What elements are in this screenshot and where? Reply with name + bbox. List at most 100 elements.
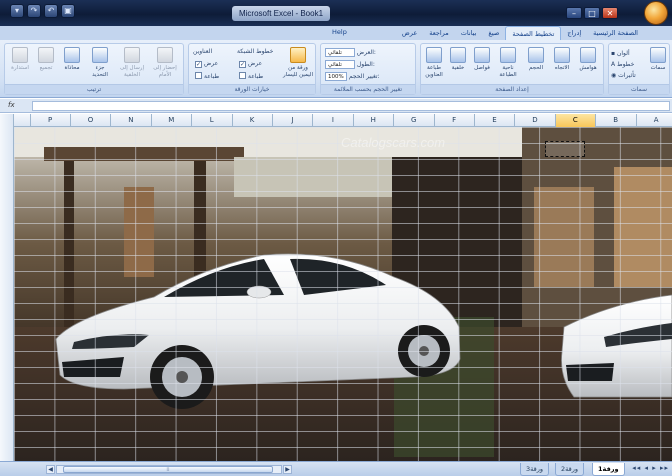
margins-button[interactable]: هوامش bbox=[577, 47, 599, 72]
effects-button[interactable]: ◉ تأثيرات bbox=[611, 72, 636, 79]
tab-insert[interactable]: إدراج bbox=[561, 26, 587, 40]
maximize-button[interactable]: □ bbox=[584, 7, 600, 19]
send-back-button[interactable]: إرسال إلى الخلفية bbox=[117, 47, 147, 79]
column-header-p[interactable]: P bbox=[29, 114, 70, 127]
window-title: Microsoft Excel - Book1 bbox=[232, 6, 330, 21]
sheet-tab-3[interactable]: ورقة3 bbox=[520, 463, 550, 476]
watermark-text: Catalogscars.com bbox=[341, 135, 446, 150]
column-header-d[interactable]: D bbox=[514, 114, 554, 127]
gridlines-view-row[interactable]: ✓ عرض bbox=[237, 60, 262, 68]
tab-view[interactable]: عرض bbox=[396, 26, 423, 40]
minimize-button[interactable]: – bbox=[566, 7, 582, 19]
column-header-f[interactable]: F bbox=[433, 114, 474, 127]
horizontal-scrollbar[interactable]: ⁞⁞ bbox=[56, 465, 282, 474]
column-header-l[interactable]: L bbox=[191, 114, 231, 127]
formula-bar: fx bbox=[0, 99, 672, 113]
size-button[interactable]: الحجم bbox=[525, 47, 547, 72]
sheet-nav-buttons[interactable]: ◂◂ ◂ ▸ ▸▸ bbox=[632, 464, 669, 472]
selected-cell[interactable] bbox=[545, 141, 585, 157]
tab-home[interactable]: الصفحة الرئيسية bbox=[587, 26, 644, 40]
tab-formulas[interactable]: صيغ bbox=[482, 26, 505, 40]
colors-button[interactable]: ▪ ألوان bbox=[611, 50, 630, 57]
sheet-tab-2[interactable]: ورقة2 bbox=[555, 463, 585, 476]
scale-group-label: تغيير الحجم بحسب الملائمة bbox=[321, 84, 415, 94]
height-combo[interactable]: تلقائي bbox=[325, 60, 355, 69]
column-header-n[interactable]: N bbox=[110, 114, 150, 127]
column-header-c[interactable]: C bbox=[554, 114, 595, 127]
scroll-thumb[interactable]: ⁞⁞ bbox=[63, 466, 273, 473]
page-setup-label: إعداد الصفحة bbox=[421, 84, 603, 94]
worksheet-grid[interactable]: Catalogscars.com bbox=[14, 127, 672, 461]
arrange-group: استدارة تجميع محاذاة جزء التحديد إرسال إ… bbox=[4, 43, 184, 95]
formula-input[interactable] bbox=[32, 101, 670, 111]
help-menu[interactable]: Help bbox=[332, 28, 347, 36]
background-icon bbox=[450, 47, 466, 63]
background-button[interactable]: خلفية bbox=[447, 47, 469, 72]
bring-front-button[interactable]: إحضار إلى الأمام bbox=[149, 47, 181, 79]
column-header-a[interactable]: A bbox=[635, 114, 672, 127]
orientation-button[interactable]: الاتجاه bbox=[551, 47, 573, 72]
column-header-i[interactable]: I bbox=[312, 114, 352, 127]
column-header-e[interactable]: E bbox=[474, 114, 514, 127]
gridlines-header: خطوط الشبكة bbox=[237, 48, 274, 55]
sheet-tab-bar: ◀ ⁞⁞ ▶ ورقة3 ورقة2 ورقة1 ◂◂ ◂ ▸ ▸▸ bbox=[0, 461, 672, 476]
gridlines-print-checkbox[interactable] bbox=[239, 72, 246, 79]
bring-front-icon bbox=[157, 47, 173, 63]
headings-view-checkbox[interactable]: ✓ bbox=[195, 61, 202, 68]
tab-review[interactable]: مراجعة bbox=[423, 26, 455, 40]
column-header-h[interactable]: H bbox=[352, 114, 393, 127]
column-header-m[interactable]: M bbox=[150, 114, 191, 127]
gridlines-view-checkbox[interactable]: ✓ bbox=[239, 61, 246, 68]
customize-qat-icon[interactable]: ▾ bbox=[10, 4, 24, 18]
redo-icon[interactable]: ↷ bbox=[27, 4, 41, 18]
gridlines-print-row[interactable]: طباعة bbox=[237, 72, 263, 80]
column-header-o[interactable]: O bbox=[70, 114, 110, 127]
breaks-button[interactable]: فواصل bbox=[471, 47, 493, 72]
margins-icon bbox=[580, 47, 596, 63]
column-header-j[interactable]: J bbox=[272, 114, 312, 127]
ribbon: استدارة تجميع محاذاة جزء التحديد إرسال إ… bbox=[0, 40, 672, 98]
rotate-button[interactable]: استدارة bbox=[9, 47, 31, 72]
column-header-g[interactable]: G bbox=[393, 114, 433, 127]
align-icon bbox=[64, 47, 80, 63]
column-header-b[interactable]: B bbox=[595, 114, 635, 127]
selection-pane-button[interactable]: جزء التحديد bbox=[89, 47, 111, 79]
arrange-group-label: ترتيب bbox=[5, 84, 183, 94]
headings-print-checkbox[interactable] bbox=[195, 72, 202, 79]
align-button[interactable]: محاذاة bbox=[61, 47, 83, 72]
column-header-k[interactable]: K bbox=[231, 114, 272, 127]
window-controls: – □ ✕ bbox=[566, 7, 618, 19]
themes-group-label: سمات bbox=[609, 84, 669, 94]
undo-icon[interactable]: ↶ bbox=[44, 4, 58, 18]
print-area-button[interactable]: ناحية الطباعة bbox=[497, 47, 519, 79]
close-button[interactable]: ✕ bbox=[602, 7, 618, 19]
width-combo[interactable]: تلقائي bbox=[325, 48, 355, 57]
fonts-button[interactable]: A خطوط bbox=[611, 61, 634, 68]
scale-spinner[interactable]: 100% bbox=[325, 72, 347, 81]
save-icon[interactable]: ▣ bbox=[61, 4, 75, 18]
themes-group: ▪ ألوان A خطوط ◉ تأثيرات سمات سمات bbox=[608, 43, 670, 95]
sheet-options-label: خيارات الورقة bbox=[189, 84, 315, 94]
car-photo[interactable] bbox=[14, 127, 672, 461]
fx-icon[interactable]: fx bbox=[8, 101, 28, 111]
quick-access-toolbar: ▾ ↷ ↶ ▣ bbox=[10, 4, 75, 18]
headings-print-row[interactable]: طباعة bbox=[193, 72, 219, 80]
themes-button[interactable]: سمات bbox=[647, 47, 669, 72]
sheet-rtl-button[interactable]: ورقة من اليمين لليسار bbox=[281, 47, 315, 79]
print-titles-button[interactable]: طباعة العناوين bbox=[423, 47, 445, 79]
office-button[interactable] bbox=[644, 1, 668, 25]
group-button[interactable]: تجميع bbox=[35, 47, 57, 72]
sheet-tab-1[interactable]: ورقة1 bbox=[592, 463, 625, 476]
size-icon bbox=[528, 47, 544, 63]
headings-view-row[interactable]: ✓ عرض bbox=[193, 60, 218, 68]
scroll-left-button[interactable]: ◀ bbox=[46, 465, 55, 474]
print-area-icon bbox=[500, 47, 516, 63]
scale-to-fit-group: تلقائي العرض: تلقائي الطول: 100% تغيير ا… bbox=[320, 43, 416, 95]
page-setup-group: طباعة العناوين خلفية فواصل ناحية الطباعة… bbox=[420, 43, 604, 95]
tab-page-layout[interactable]: تخطيط الصفحة bbox=[505, 26, 562, 40]
row-headers[interactable] bbox=[0, 114, 14, 461]
tab-data[interactable]: بيانات bbox=[455, 26, 483, 40]
group-icon bbox=[38, 47, 54, 63]
height-row: تلقائي الطول: bbox=[325, 60, 375, 69]
scroll-right-button[interactable]: ▶ bbox=[283, 465, 292, 474]
